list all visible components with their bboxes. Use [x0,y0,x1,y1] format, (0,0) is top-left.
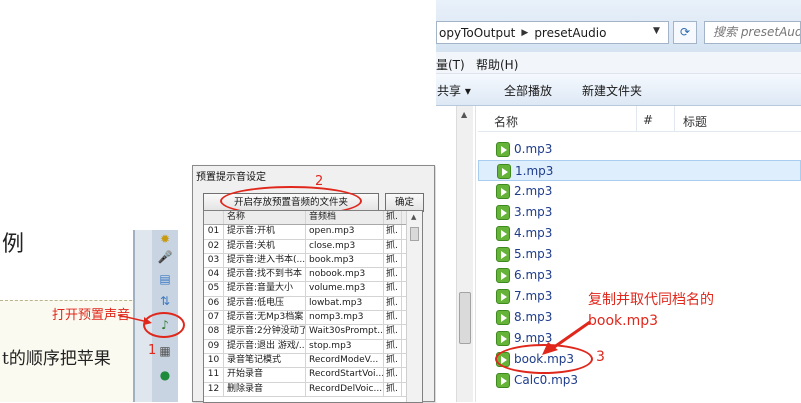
address-bar[interactable]: opyToOutput ▶ presetAudio [436,21,669,44]
address-dropdown-icon[interactable]: ▼ [653,26,660,36]
file-name: 2.mp3 [514,184,553,198]
table-row[interactable]: 11 开始录音 RecordStartVoi... 抓. [204,368,422,383]
globe-icon[interactable]: ● [156,366,174,384]
column-header-name[interactable]: 名称 [224,211,306,225]
command-bar: 共享 ▾ 全部播放 新建文件夹 [436,74,801,106]
table-row[interactable]: 02 提示音:关机 close.mp3 抓. [204,239,422,254]
file-item[interactable]: 2.mp3 [478,181,801,202]
audio-file-icon [497,164,511,179]
column-title[interactable]: 标题 [683,113,707,130]
file-item[interactable]: 6.mp3 [478,265,801,286]
column-header-row: 名称 # 标题 [478,106,801,132]
file-name: 1.mp3 [515,164,554,178]
audio-file-icon [496,289,510,304]
file-name: 4.mp3 [514,226,553,240]
annotation-number-1: 1 [148,343,157,358]
audio-file-icon [496,184,510,199]
new-folder-button[interactable]: 新建文件夹 [582,82,642,99]
scroll-thumb[interactable] [410,227,419,241]
table-row[interactable]: 12 删除录音 RecordDelVoic... 抓. [204,382,422,397]
transfer-icon[interactable]: ⇅ [156,292,174,310]
file-name: 0.mp3 [514,142,553,156]
table-row[interactable]: 01 提示音:开机 open.mp3 抓. [204,225,422,240]
table-row[interactable]: 05 提示音:音量大小 volume.mp3 抓. [204,282,422,297]
audio-file-icon [496,331,510,346]
audio-file-icon [496,142,510,157]
file-name: 7.mp3 [514,289,553,303]
audio-file-icon [496,310,510,325]
annotation-text-3-line2: book.mp3 [588,313,659,329]
menu-tools[interactable]: 量(T) [436,56,465,73]
search-input[interactable]: 搜索 presetAudio [704,21,801,44]
dialog-title: 预置提示音设定 [196,172,266,183]
annotation-text-3: 复制并取代同档名的 book.mp3 [588,290,714,332]
refresh-button[interactable]: ⟳ [673,21,697,44]
sun-icon[interactable]: ✹ [156,230,174,248]
microphone-icon[interactable]: 🎤 [156,248,174,266]
address-row: opyToOutput ▶ presetAudio ▼ ⟳ 搜索 presetA… [436,0,801,52]
column-number[interactable]: # [643,113,653,127]
document-body-fragment: t的顺序把苹果 [2,349,111,369]
share-button[interactable]: 共享 ▾ [437,82,471,99]
audio-file-icon [496,247,510,262]
navigation-pane: ▲ [436,106,476,402]
audio-file-icon [496,226,510,241]
annotation-number-2: 2 [315,174,324,189]
scroll-thumb[interactable] [459,292,471,344]
column-header-file[interactable]: 音频档 [306,211,384,225]
file-item-selected[interactable]: 1.mp3 [478,160,801,181]
menu-bar: 量(T) 帮助(H) [436,52,801,74]
file-item[interactable]: Calc0.mp3 [478,370,801,391]
column-header-index [204,211,224,225]
breadcrumb-chevron-icon[interactable]: ▶ [521,28,528,38]
table-header: 名称 音频档 抓. [204,211,422,226]
annotation-number-3: 3 [596,349,605,365]
document-icon[interactable]: ▤ [156,270,174,288]
file-item[interactable]: 3.mp3 [478,202,801,223]
menu-help[interactable]: 帮助(H) [476,56,518,73]
column-header-capture[interactable]: 抓. [384,211,402,225]
column-name[interactable]: 名称 [494,113,518,130]
table-row[interactable]: 03 提示音:进入书本(... book.mp3 抓. [204,253,422,269]
breadcrumb-current[interactable]: presetAudio [534,26,606,40]
annotation-text-3-line1: 复制并取代同档名的 [588,292,714,308]
audio-file-icon [496,268,510,283]
breadcrumb-parent[interactable]: opyToOutput [437,26,515,40]
audio-file-icon [496,373,510,388]
file-item[interactable]: 5.mp3 [478,244,801,265]
table-row[interactable]: 09 提示音:退出 游戏/... stop.mp3 抓. [204,339,422,354]
annotation-arrow-3 [542,320,591,355]
scroll-up-icon[interactable]: ▲ [411,213,416,221]
file-name: 3.mp3 [514,205,553,219]
grid-icon[interactable]: ▦ [156,342,174,360]
table-row[interactable]: 08 提示音:2分钟没动了 Wait30sPrompt... 抓. [204,325,422,340]
explorer-window: opyToOutput ▶ presetAudio ▼ ⟳ 搜索 presetA… [436,0,801,402]
file-name: Calc0.mp3 [514,373,579,387]
file-name: 5.mp3 [514,247,553,261]
file-item[interactable]: 0.mp3 [478,139,801,160]
annotation-arrow-1 [118,314,152,325]
document-heading-fragment: 例 [2,232,25,257]
table-scrollbar[interactable]: ▲ [406,211,422,402]
audio-file-icon [496,205,510,220]
table-row[interactable]: 07 提示音:无Mp3档案 nomp3.mp3 抓. [204,311,422,326]
table-row[interactable]: 10 录音笔记模式 RecordModeV... 抓. [204,353,422,369]
sound-table: 名称 音频档 抓. 01 提示音:开机 open.mp3 抓. 02 提示音:关机 clo… [203,210,423,403]
table-row[interactable]: 04 提示音:找不到书本 nobook.mp3 抓. [204,268,422,283]
table-row[interactable]: 06 提示音:低电压 lowbat.mp3 抓. [204,296,422,312]
scroll-up-icon[interactable]: ▲ [461,110,467,119]
play-all-button[interactable]: 全部播放 [504,82,552,99]
file-name: 6.mp3 [514,268,553,282]
preset-sound-dialog: 预置提示音设定 开启存放预置音频的文件夹 确定 2 名称 音频档 抓. 01 提示… [192,165,435,403]
file-item[interactable]: 4.mp3 [478,223,801,244]
navigation-scrollbar[interactable]: ▲ [456,106,473,402]
